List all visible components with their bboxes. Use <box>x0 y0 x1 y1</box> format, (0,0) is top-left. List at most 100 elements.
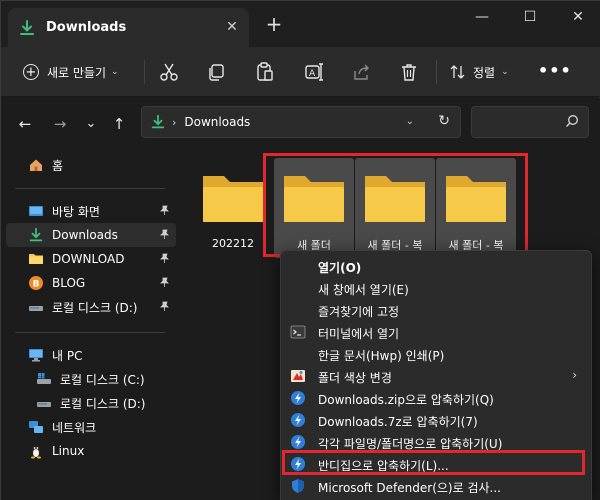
menu-item-hwp-print[interactable]: 한글 문서(Hwp) 인쇄(P) <box>281 343 591 365</box>
context-menu: 열기(O) 새 창에서 열기(E) 즐겨찾기에 고정 터미널에서 열기 한글 문… <box>280 250 592 500</box>
sidebar-item-network[interactable]: 네트워크 <box>6 415 176 439</box>
navigation-bar: ← → ⌄ ↑ › Downloads ⌄ ↻ <box>1 98 600 150</box>
menu-item-label: 반디집으로 압축하기(L)... <box>318 459 449 473</box>
delete-icon[interactable] <box>398 61 420 83</box>
menu-item-zip-compress[interactable]: Downloads.zip으로 압축하기(Q) <box>281 387 591 409</box>
folder-item[interactable]: 새 폴더 <box>274 158 354 258</box>
menu-item-open-new-window[interactable]: 새 창에서 열기(E) <box>281 277 591 299</box>
folder-item[interactable]: 새 폴더 - 복 <box>436 158 516 258</box>
drive-icon <box>37 402 51 407</box>
bandizip-icon <box>291 435 305 449</box>
download-icon <box>29 227 43 242</box>
sidebar-divider <box>15 188 165 189</box>
toolbar-divider <box>144 60 145 84</box>
new-tab-button[interactable]: + <box>264 14 284 35</box>
sidebar-item-home[interactable]: 홈 <box>28 153 198 177</box>
bandizip-icon <box>291 413 305 427</box>
menu-item-open[interactable]: 열기(O) <box>281 255 591 277</box>
sidebar-item-local-disk-c[interactable]: 로컬 디스크 (C:) <box>6 367 176 391</box>
menu-item-7z-compress[interactable]: Downloads.7z로 압축하기(7) <box>281 409 591 431</box>
sidebar-item-label: 로컬 디스크 (C:) <box>60 372 145 387</box>
toolbar-divider <box>436 60 437 84</box>
sidebar-divider <box>15 332 165 333</box>
share-icon[interactable] <box>351 61 373 83</box>
linux-penguin-icon <box>31 446 41 459</box>
forward-button[interactable]: → <box>50 114 70 134</box>
menu-item-label: 폴더 색상 변경 <box>318 371 392 385</box>
bandizip-icon <box>291 457 305 471</box>
folder-icon <box>446 176 506 222</box>
svg-text:B: B <box>33 280 40 290</box>
sidebar-item-local-disk-d-pc[interactable]: 로컬 디스크 (D:) <box>6 391 176 415</box>
menu-item-bandizip-compress[interactable]: 반디집으로 압축하기(L)... <box>281 453 591 475</box>
up-button[interactable]: ↑ <box>109 114 129 134</box>
sidebar-item-label: BLOG <box>52 276 86 290</box>
sort-label: 정렬 <box>473 65 496 80</box>
search-input[interactable] <box>471 106 589 138</box>
folder-item[interactable]: 새 폴더 - 복 <box>355 158 435 258</box>
pin-icon[interactable] <box>159 253 170 264</box>
paste-icon[interactable] <box>254 61 276 83</box>
folder-item[interactable]: 202212 <box>193 158 273 258</box>
menu-item-label: 열기(O) <box>318 261 362 275</box>
svg-text:A: A <box>309 69 316 79</box>
chevron-right-icon: › <box>572 368 577 382</box>
windows-drive-icon <box>37 373 51 384</box>
drive-icon <box>29 306 43 311</box>
breadcrumb-separator[interactable]: › <box>172 116 176 129</box>
address-bar[interactable]: › Downloads ⌄ ↻ <box>141 106 461 138</box>
menu-item-label: 각각 파일명/폴더명으로 압축하기(U) <box>318 437 503 451</box>
sidebar-item-downloads[interactable]: Downloads <box>6 223 176 247</box>
home-icon <box>30 159 42 171</box>
download-icon <box>20 19 34 35</box>
sidebar-item-local-disk-d[interactable]: 로컬 디스크 (D:) <box>6 295 176 319</box>
desktop-icon <box>29 206 43 216</box>
tab-downloads[interactable]: Downloads ✕ <box>8 8 249 47</box>
title-bar: Downloads ✕ + — ☐ ✕ <box>1 1 600 47</box>
menu-item-pin-quick-access[interactable]: 즐겨찾기에 고정 <box>281 299 591 321</box>
sidebar-item-label: 바탕 화면 <box>52 204 100 219</box>
sidebar-item-label: Downloads <box>52 228 118 242</box>
sidebar-item-this-pc[interactable]: 내 PC <box>6 343 176 367</box>
explorer-window: Downloads ✕ + — ☐ ✕ + 새로 만들기 ⌄ A 정렬 ⌄ ••… <box>0 0 600 500</box>
folder-icon <box>365 176 425 222</box>
minimize-button[interactable]: — <box>469 9 495 27</box>
menu-item-folder-color[interactable]: 폴더 색상 변경 › <box>281 365 591 387</box>
copy-icon[interactable] <box>205 61 227 83</box>
recent-locations-button[interactable]: ⌄ <box>81 114 101 134</box>
maximize-button[interactable]: ☐ <box>517 9 543 27</box>
pin-icon[interactable] <box>159 205 170 216</box>
sidebar-item-download-folder[interactable]: DOWNLOAD <box>6 247 176 271</box>
menu-item-label: 새 창에서 열기(E) <box>318 283 409 297</box>
plus-icon: + <box>23 64 39 80</box>
sidebar-item-linux[interactable]: Linux <box>6 439 176 463</box>
sidebar-item-desktop[interactable]: 바탕 화면 <box>6 199 176 223</box>
refresh-button[interactable]: ↻ <box>438 113 450 129</box>
sort-button[interactable]: 정렬 ⌄ <box>450 59 509 85</box>
terminal-icon <box>290 325 306 339</box>
menu-item-open-terminal[interactable]: 터미널에서 열기 <box>281 321 591 343</box>
new-button[interactable]: + 새로 만들기 ⌄ <box>23 59 119 85</box>
tab-close-icon[interactable]: ✕ <box>224 19 240 35</box>
defender-shield-icon <box>292 479 304 493</box>
menu-item-label: Microsoft Defender(으)로 검사... <box>318 481 501 495</box>
more-options-button[interactable]: ••• <box>538 61 572 81</box>
rename-icon[interactable]: A <box>303 61 325 83</box>
download-icon <box>151 114 165 129</box>
close-button[interactable]: ✕ <box>565 9 591 27</box>
back-button[interactable]: ← <box>15 114 35 134</box>
sort-icon <box>450 65 465 79</box>
menu-item-defender-scan[interactable]: Microsoft Defender(으)로 검사... <box>281 475 591 497</box>
menu-item-label: 즐겨찾기에 고정 <box>318 305 400 319</box>
breadcrumb-downloads[interactable]: Downloads <box>184 115 250 129</box>
pin-icon[interactable] <box>159 277 170 288</box>
folder-icon <box>203 176 263 222</box>
cut-icon[interactable] <box>158 61 180 83</box>
menu-item-compress-each[interactable]: 각각 파일명/폴더명으로 압축하기(U) <box>281 431 591 453</box>
sidebar-item-label: 홈 <box>52 158 64 173</box>
pin-icon[interactable] <box>159 301 170 312</box>
sidebar-item-blog[interactable]: B BLOG <box>6 271 176 295</box>
pin-icon[interactable] <box>159 229 170 240</box>
chevron-down-icon: ⌄ <box>111 67 119 77</box>
address-dropdown-icon[interactable]: ⌄ <box>406 116 414 127</box>
